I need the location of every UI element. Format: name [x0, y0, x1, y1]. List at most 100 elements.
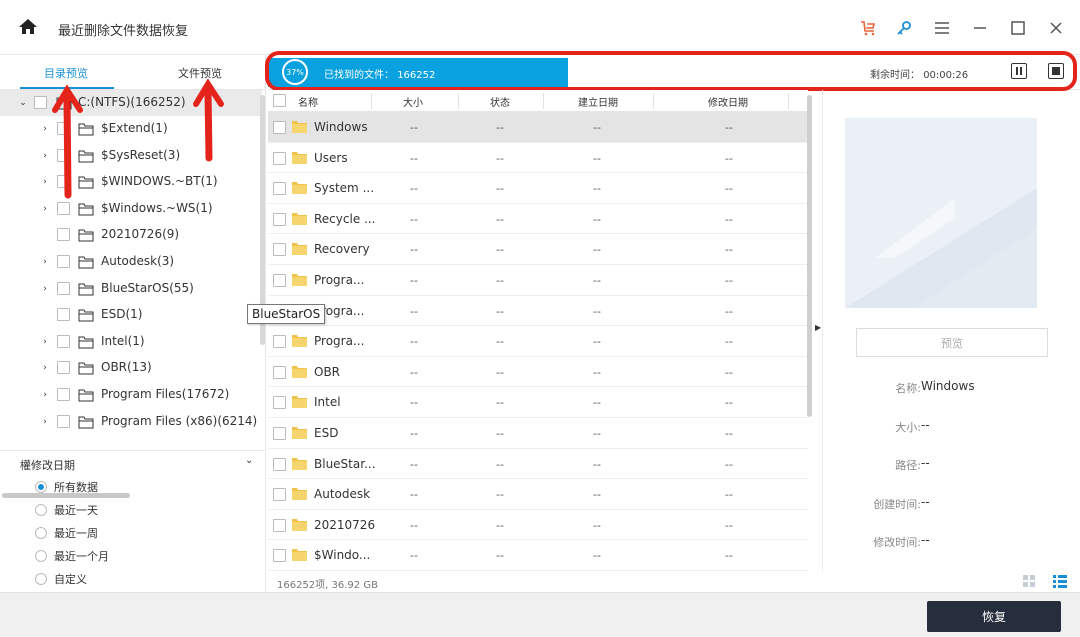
chevron-right-icon[interactable]: ›: [40, 177, 50, 187]
stop-button[interactable]: [1048, 63, 1064, 79]
filter-option[interactable]: 最近一个月: [35, 546, 109, 566]
tree-checkbox[interactable]: [57, 281, 70, 295]
tree-root[interactable]: ⌄ C:(NTFS)(166252): [0, 90, 262, 116]
tree-item[interactable]: › Intel(1): [0, 329, 262, 355]
chevron-right-icon[interactable]: ›: [40, 257, 50, 267]
table-vertical-scrollbar[interactable]: [807, 95, 812, 417]
table-row[interactable]: System ... -- -- -- --: [268, 173, 808, 204]
table-row[interactable]: Autodesk -- -- -- --: [268, 479, 808, 510]
cart-icon[interactable]: [856, 16, 880, 40]
radio-button[interactable]: [35, 504, 47, 516]
col-size[interactable]: 大小: [403, 94, 423, 109]
panel-toggle-icon[interactable]: ▶: [815, 323, 821, 332]
tab-directory-preview[interactable]: 目录预览: [44, 65, 88, 81]
row-checkbox[interactable]: [273, 488, 286, 502]
tree-checkbox[interactable]: [57, 148, 70, 162]
chevron-down-icon[interactable]: ⌄: [18, 98, 28, 108]
filter-option[interactable]: 最近一周: [35, 523, 98, 543]
chevron-right-icon[interactable]: ›: [40, 417, 50, 427]
row-checkbox[interactable]: [273, 518, 286, 532]
pause-button[interactable]: [1011, 63, 1027, 79]
row-checkbox[interactable]: [273, 396, 286, 410]
table-row[interactable]: $Windo... -- -- -- --: [268, 540, 808, 571]
row-checkbox[interactable]: [273, 182, 286, 196]
key-icon[interactable]: [892, 16, 916, 40]
table-row[interactable]: Users -- -- -- --: [268, 143, 808, 174]
recover-button[interactable]: 恢复: [927, 601, 1061, 632]
tab-file-preview[interactable]: 文件预览: [178, 65, 222, 81]
tree-checkbox[interactable]: [57, 201, 70, 215]
row-checkbox[interactable]: [273, 335, 286, 349]
minimize-icon[interactable]: [968, 16, 992, 40]
table-row[interactable]: ESD -- -- -- --: [268, 418, 808, 449]
tree-item[interactable]: ESD(1): [0, 302, 262, 328]
tree-item[interactable]: 20210726(9): [0, 222, 262, 248]
chevron-right-icon[interactable]: ›: [40, 337, 50, 347]
table-row[interactable]: Recycle ... -- -- -- --: [268, 204, 808, 235]
row-checkbox[interactable]: [273, 121, 286, 134]
col-created[interactable]: 建立日期: [578, 94, 618, 109]
chevron-right-icon[interactable]: ›: [40, 363, 50, 373]
close-icon[interactable]: [1044, 16, 1068, 40]
tree-item[interactable]: › OBR(13): [0, 355, 262, 381]
row-checkbox[interactable]: [273, 151, 286, 165]
radio-button[interactable]: [35, 481, 47, 493]
table-row[interactable]: Intel -- -- -- --: [268, 387, 808, 418]
tree-item[interactable]: › Autodesk(3): [0, 249, 262, 275]
table-row[interactable]: Progra... -- -- -- --: [268, 326, 808, 357]
tree-checkbox[interactable]: [57, 334, 70, 348]
row-checkbox[interactable]: [273, 365, 286, 379]
chevron-down-icon[interactable]: ⌄: [245, 455, 253, 466]
row-checkbox[interactable]: [273, 212, 286, 226]
tree-item[interactable]: › BlueStarOS(55): [0, 276, 262, 302]
tree-checkbox[interactable]: [34, 96, 47, 109]
tree-checkbox[interactable]: [57, 414, 70, 428]
filter-option[interactable]: 所有数据: [35, 477, 98, 497]
tree-checkbox[interactable]: [57, 228, 70, 242]
tree-item[interactable]: › $WINDOWS.~BT(1): [0, 169, 262, 195]
table-row[interactable]: Progra... -- -- -- --: [268, 265, 808, 296]
tree-item[interactable]: › $Windows.~WS(1): [0, 196, 262, 222]
chevron-right-icon[interactable]: ›: [40, 284, 50, 294]
home-icon[interactable]: [18, 17, 38, 37]
row-checkbox[interactable]: [273, 427, 286, 440]
table-row[interactable]: BlueStar... -- -- -- --: [268, 449, 808, 480]
filter-option[interactable]: 最近一天: [35, 500, 98, 520]
table-row[interactable]: 20210726 -- -- -- --: [268, 510, 808, 541]
col-name[interactable]: 名称: [298, 94, 318, 109]
radio-button[interactable]: [35, 527, 47, 539]
tree-checkbox[interactable]: [57, 255, 70, 268]
filter-option[interactable]: 自定义: [35, 569, 87, 589]
preview-button[interactable]: 预览: [856, 328, 1048, 357]
tree-item[interactable]: › $Extend(1): [0, 116, 262, 142]
select-all-checkbox[interactable]: [273, 94, 286, 107]
list-view-icon[interactable]: [1052, 574, 1068, 588]
chevron-right-icon[interactable]: ›: [40, 124, 50, 134]
col-modified[interactable]: 修改日期: [708, 94, 748, 109]
row-checkbox[interactable]: [273, 549, 286, 563]
row-checkbox[interactable]: [273, 274, 286, 287]
row-checkbox[interactable]: [273, 457, 286, 471]
col-status[interactable]: 状态: [490, 94, 510, 109]
tree-checkbox[interactable]: [57, 308, 70, 322]
tree-checkbox[interactable]: [57, 175, 70, 189]
chevron-right-icon[interactable]: ›: [40, 151, 50, 161]
table-row[interactable]: Recovery -- -- -- --: [268, 234, 808, 265]
menu-icon[interactable]: [930, 16, 954, 40]
tree-item[interactable]: › $SysReset(3): [0, 143, 262, 169]
tree-item[interactable]: › Program Files(17672): [0, 382, 262, 408]
tree-item[interactable]: › Program Files (x86)(6214): [0, 409, 262, 435]
chevron-right-icon[interactable]: ›: [40, 204, 50, 214]
row-checkbox[interactable]: [273, 243, 286, 257]
radio-button[interactable]: [35, 573, 47, 585]
chevron-right-icon[interactable]: ›: [40, 390, 50, 400]
tree-checkbox[interactable]: [57, 122, 70, 135]
radio-button[interactable]: [35, 550, 47, 562]
table-row[interactable]: OBR -- -- -- --: [268, 357, 808, 388]
tree-checkbox[interactable]: [57, 361, 70, 375]
tree-checkbox[interactable]: [57, 388, 70, 401]
grid-view-icon[interactable]: [1022, 574, 1036, 588]
table-row[interactable]: Progra... -- -- -- --: [268, 296, 808, 327]
maximize-icon[interactable]: [1006, 16, 1030, 40]
table-row[interactable]: Windows -- -- -- --: [268, 112, 808, 143]
